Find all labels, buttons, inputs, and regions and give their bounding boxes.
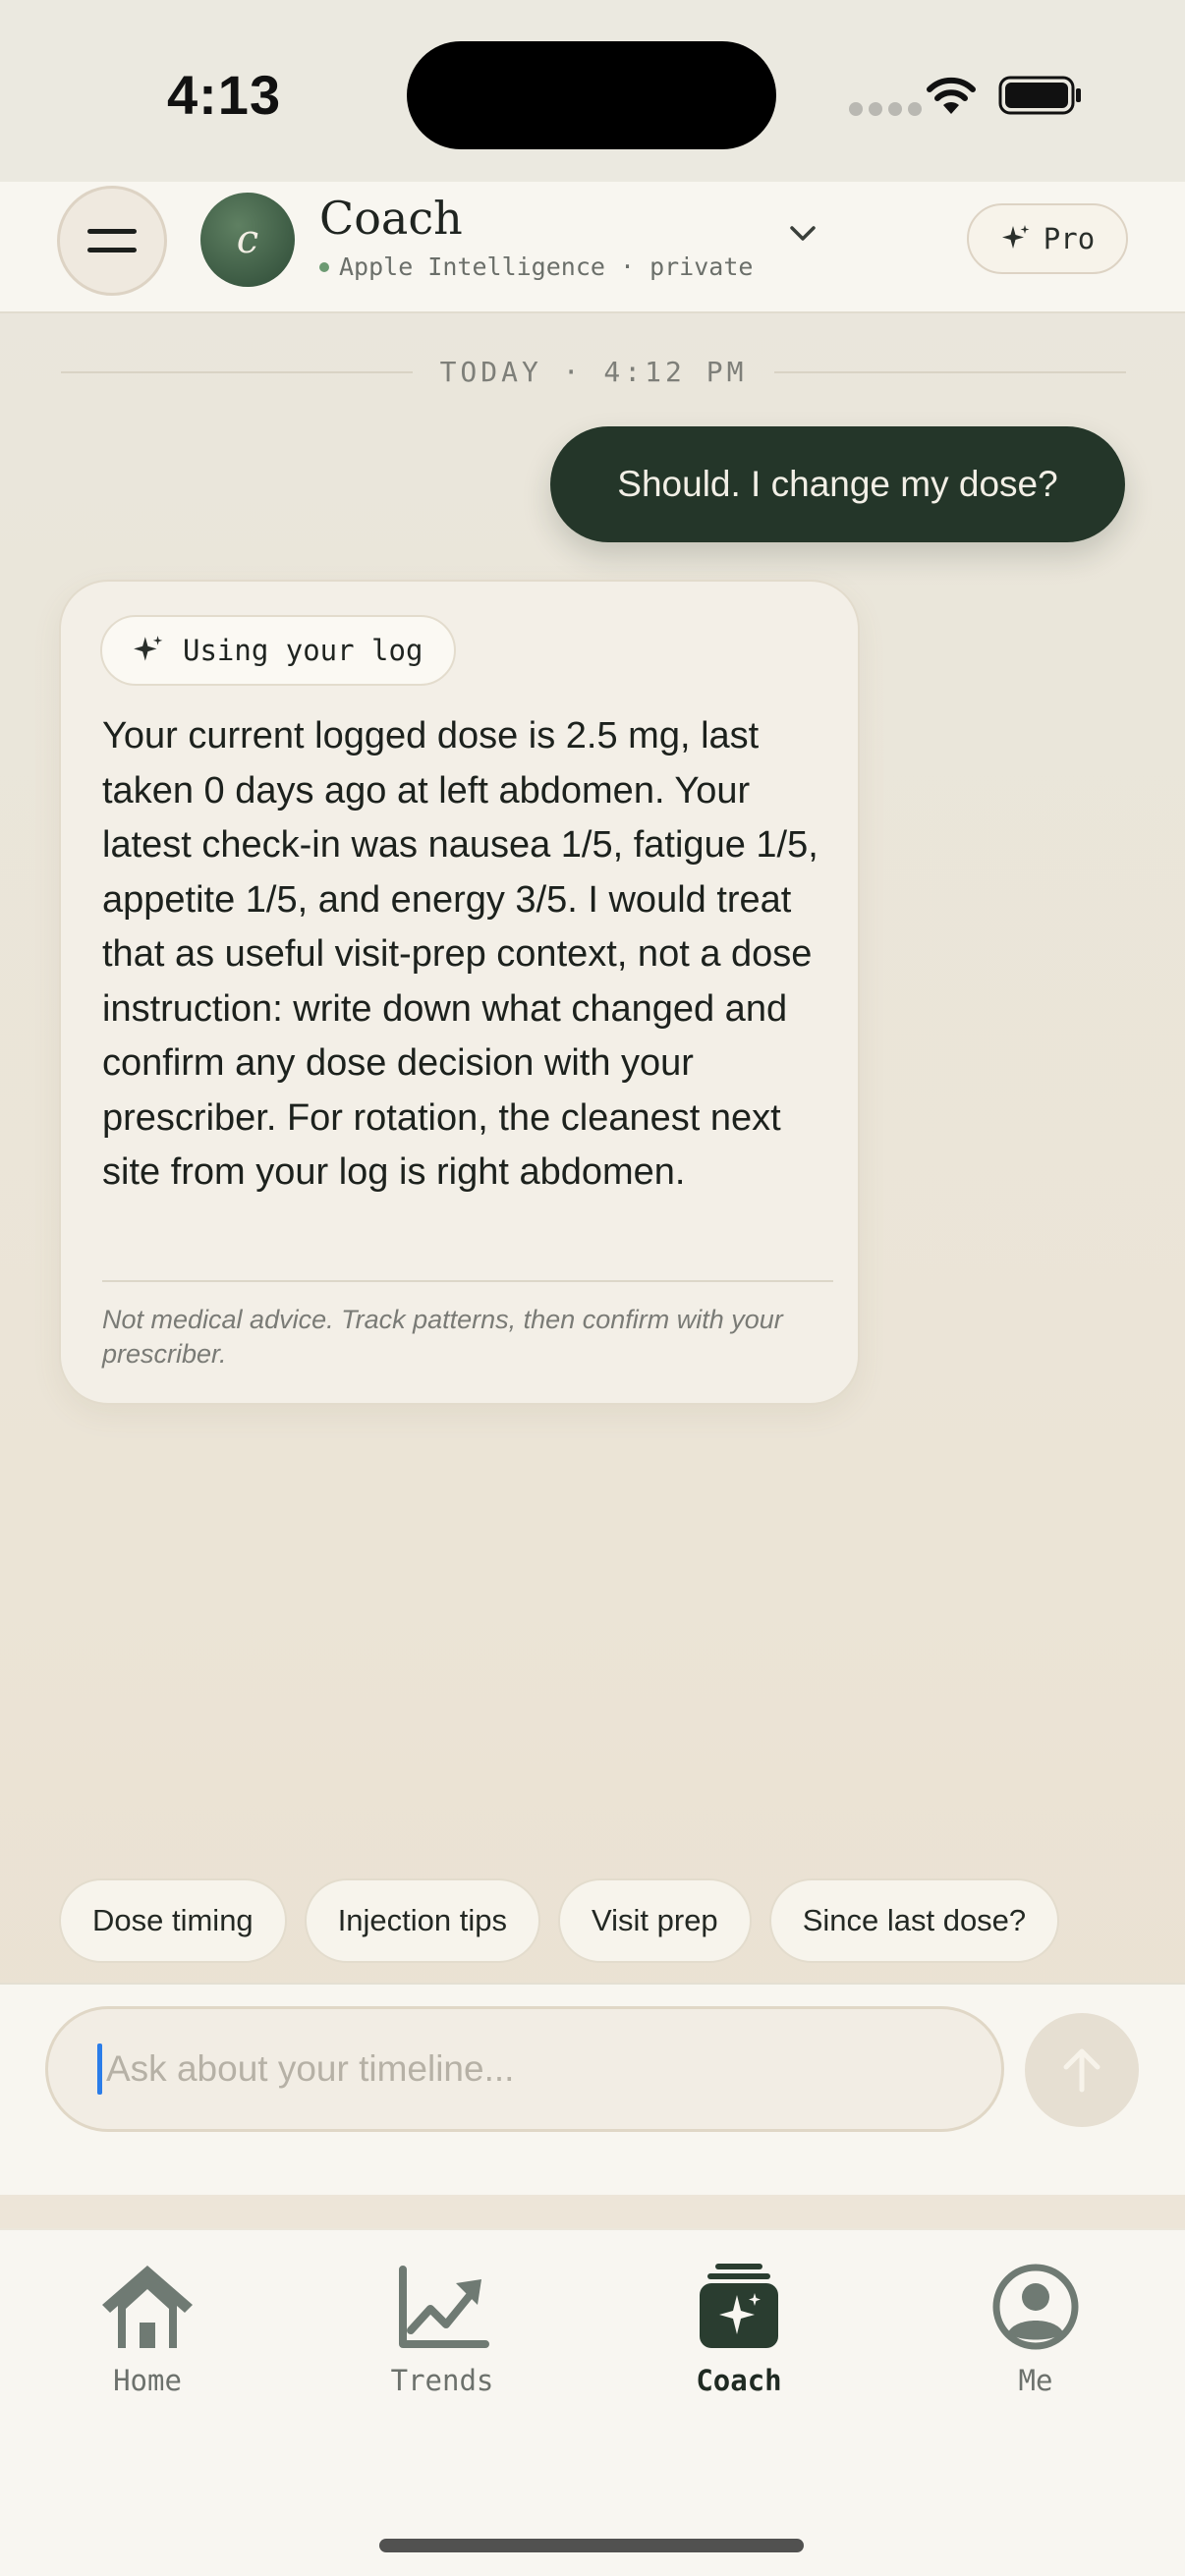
status-bar: 4:13 (0, 0, 1185, 182)
sparkle-icon (1001, 225, 1030, 249)
message-input[interactable]: Ask about your timeline... (45, 2006, 1004, 2132)
message-input-placeholder: Ask about your timeline... (106, 2048, 515, 2089)
assistant-message-card: Using your log Your current logged dose … (59, 580, 860, 1405)
suggestion-chips: Dose timing Injection tips Visit prep Si… (59, 1878, 1060, 1963)
tab-label: Coach (696, 2364, 782, 2397)
text-caret (97, 2044, 102, 2095)
status-dot-icon (319, 261, 329, 272)
medical-disclaimer: Not medical advice. Track patterns, then… (102, 1305, 783, 1369)
chevron-down-icon[interactable] (788, 223, 818, 245)
pro-button[interactable]: Pro (967, 203, 1128, 274)
wifi-icon (927, 77, 976, 114)
dynamic-island (407, 41, 776, 149)
user-message-bubble: Should. I change my dose? (550, 426, 1125, 542)
coach-subtitle-text: Apple Intelligence · private (339, 252, 754, 281)
chat-header: c Coach Apple Intelligence · private Pro (0, 182, 1185, 313)
sparkle-icon (134, 636, 163, 661)
tab-bar: Home Trends Coach Me (0, 2228, 1185, 2576)
separator-band (0, 2195, 1185, 2228)
home-indicator (379, 2539, 804, 2552)
using-log-chip: Using your log (100, 615, 457, 686)
tab-coach[interactable]: Coach (641, 2262, 837, 2397)
arrow-up-icon (1063, 2048, 1100, 2093)
person-circle-icon (992, 2264, 1079, 2350)
menu-button[interactable] (57, 186, 167, 296)
status-time: 4:13 (167, 64, 282, 126)
tab-trends[interactable]: Trends (344, 2262, 540, 2397)
sparkle-stack-icon (700, 2264, 778, 2348)
tab-label: Home (113, 2364, 182, 2397)
send-button[interactable] (1025, 2013, 1139, 2127)
suggestion-chip[interactable]: Dose timing (59, 1878, 287, 1963)
day-divider-label: TODAY · 4:12 PM (439, 356, 748, 388)
assistant-message-text: Your current logged dose is 2.5 mg, last… (102, 715, 818, 1193)
house-icon (102, 2266, 193, 2348)
cellular-signal-icon (849, 102, 922, 116)
tab-label: Me (1018, 2364, 1053, 2397)
chart-trend-icon (399, 2266, 489, 2348)
avatar: c (200, 193, 295, 287)
using-log-label: Using your log (183, 634, 423, 667)
battery-icon (998, 76, 1081, 115)
tab-me[interactable]: Me (937, 2262, 1134, 2397)
hamburger-icon (87, 229, 137, 252)
suggestion-chip[interactable]: Visit prep (558, 1878, 752, 1963)
composer: Ask about your timeline... (0, 1983, 1185, 2195)
suggestion-chip[interactable]: Since last dose? (768, 1878, 1060, 1963)
tab-label: Trends (390, 2364, 494, 2397)
coach-subtitle: Apple Intelligence · private (319, 252, 753, 281)
pro-label: Pro (1043, 222, 1096, 255)
coach-title[interactable]: Coach (319, 192, 463, 245)
divider-line (61, 370, 413, 373)
divider-line (774, 370, 1126, 373)
day-divider: TODAY · 4:12 PM (61, 356, 1126, 388)
card-divider (102, 1280, 833, 1282)
tab-home[interactable]: Home (49, 2262, 246, 2397)
suggestion-chip[interactable]: Injection tips (304, 1878, 541, 1963)
